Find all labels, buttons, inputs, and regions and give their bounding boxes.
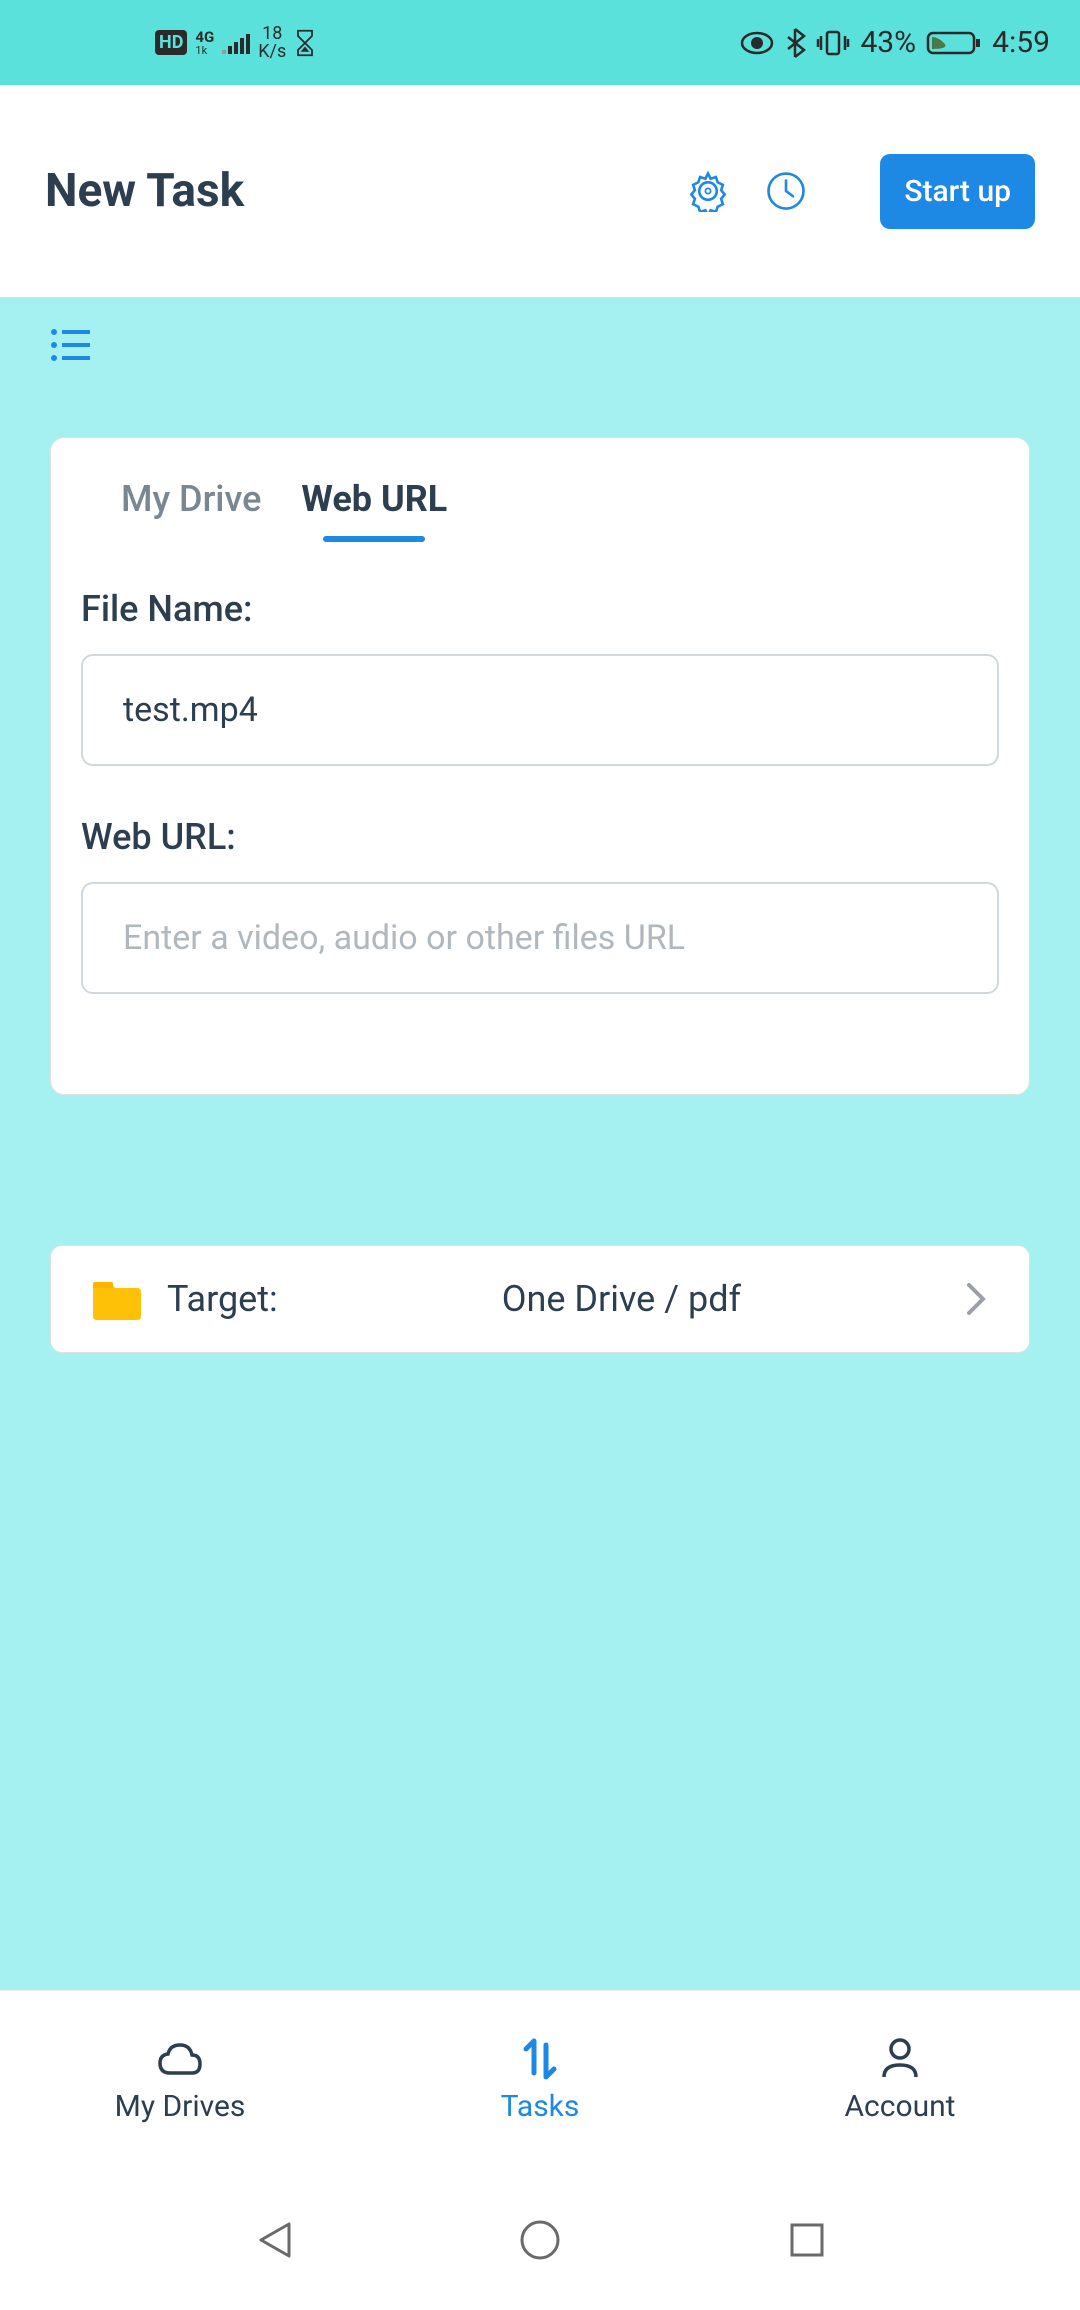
- settings-button[interactable]: [684, 167, 732, 215]
- person-icon: [876, 2037, 924, 2081]
- system-back-button[interactable]: [249, 2216, 297, 2264]
- bluetooth-icon: [784, 27, 806, 59]
- tab-my-drive[interactable]: My Drive: [121, 478, 261, 538]
- folder-icon: [91, 1278, 143, 1320]
- transfer-icon: [516, 2037, 564, 2081]
- square-recent-icon: [788, 2221, 826, 2259]
- status-bar: HD 4G 1k 18 K/s: [0, 0, 1080, 85]
- status-left: HD 4G 1k 18 K/s: [155, 25, 316, 61]
- start-up-button[interactable]: Start up: [880, 154, 1035, 229]
- system-home-button[interactable]: [516, 2216, 564, 2264]
- network-indicator: 4G 1k: [195, 30, 214, 56]
- page-title: New Task: [45, 164, 654, 218]
- system-nav: [0, 2170, 1080, 2310]
- nav-tasks-label: Tasks: [501, 2089, 580, 2124]
- clock-time: 4:59: [992, 25, 1050, 60]
- data-speed: 18 K/s: [258, 25, 286, 61]
- triangle-back-icon: [253, 2218, 293, 2262]
- nav-tasks[interactable]: Tasks: [360, 1991, 720, 2170]
- tab-web-url[interactable]: Web URL: [301, 478, 447, 538]
- target-value: One Drive / pdf: [302, 1278, 941, 1320]
- hourglass-icon: [294, 29, 316, 57]
- nav-my-drives[interactable]: My Drives: [0, 1991, 360, 2170]
- web-url-input[interactable]: [81, 882, 999, 994]
- hd-badge: HD: [155, 30, 187, 55]
- list-view-button[interactable]: [0, 297, 1080, 387]
- circle-home-icon: [518, 2218, 562, 2262]
- web-url-label: Web URL:: [81, 816, 999, 858]
- schedule-button[interactable]: [762, 167, 810, 215]
- list-icon: [50, 327, 90, 363]
- nav-account-label: Account: [844, 2089, 955, 2124]
- file-name-label: File Name:: [81, 588, 999, 630]
- source-card: My Drive Web URL File Name: Web URL:: [50, 437, 1030, 1095]
- body-area: My Drive Web URL File Name: Web URL: Tar…: [0, 297, 1080, 1990]
- gear-icon: [687, 170, 729, 212]
- nav-drives-label: My Drives: [115, 2089, 246, 2124]
- system-recent-button[interactable]: [783, 2216, 831, 2264]
- file-name-input[interactable]: [81, 654, 999, 766]
- battery-percent: 43%: [860, 25, 916, 60]
- chevron-right-icon: [965, 1281, 989, 1317]
- status-right: 43% 4:59: [740, 25, 1050, 60]
- battery-icon: [926, 29, 982, 57]
- target-label: Target:: [167, 1278, 278, 1320]
- target-selector[interactable]: Target: One Drive / pdf: [50, 1245, 1030, 1353]
- cloud-icon: [156, 2037, 204, 2081]
- nav-account[interactable]: Account: [720, 1991, 1080, 2170]
- form-section: File Name: Web URL:: [81, 538, 999, 994]
- source-tabs: My Drive Web URL: [81, 438, 999, 538]
- bottom-nav: My Drives Tasks Account: [0, 1990, 1080, 2170]
- eye-icon: [740, 31, 774, 55]
- app-header: New Task Start up: [0, 85, 1080, 297]
- signal-bars-icon: [222, 32, 250, 54]
- vibrate-icon: [816, 28, 850, 58]
- clock-icon: [765, 170, 807, 212]
